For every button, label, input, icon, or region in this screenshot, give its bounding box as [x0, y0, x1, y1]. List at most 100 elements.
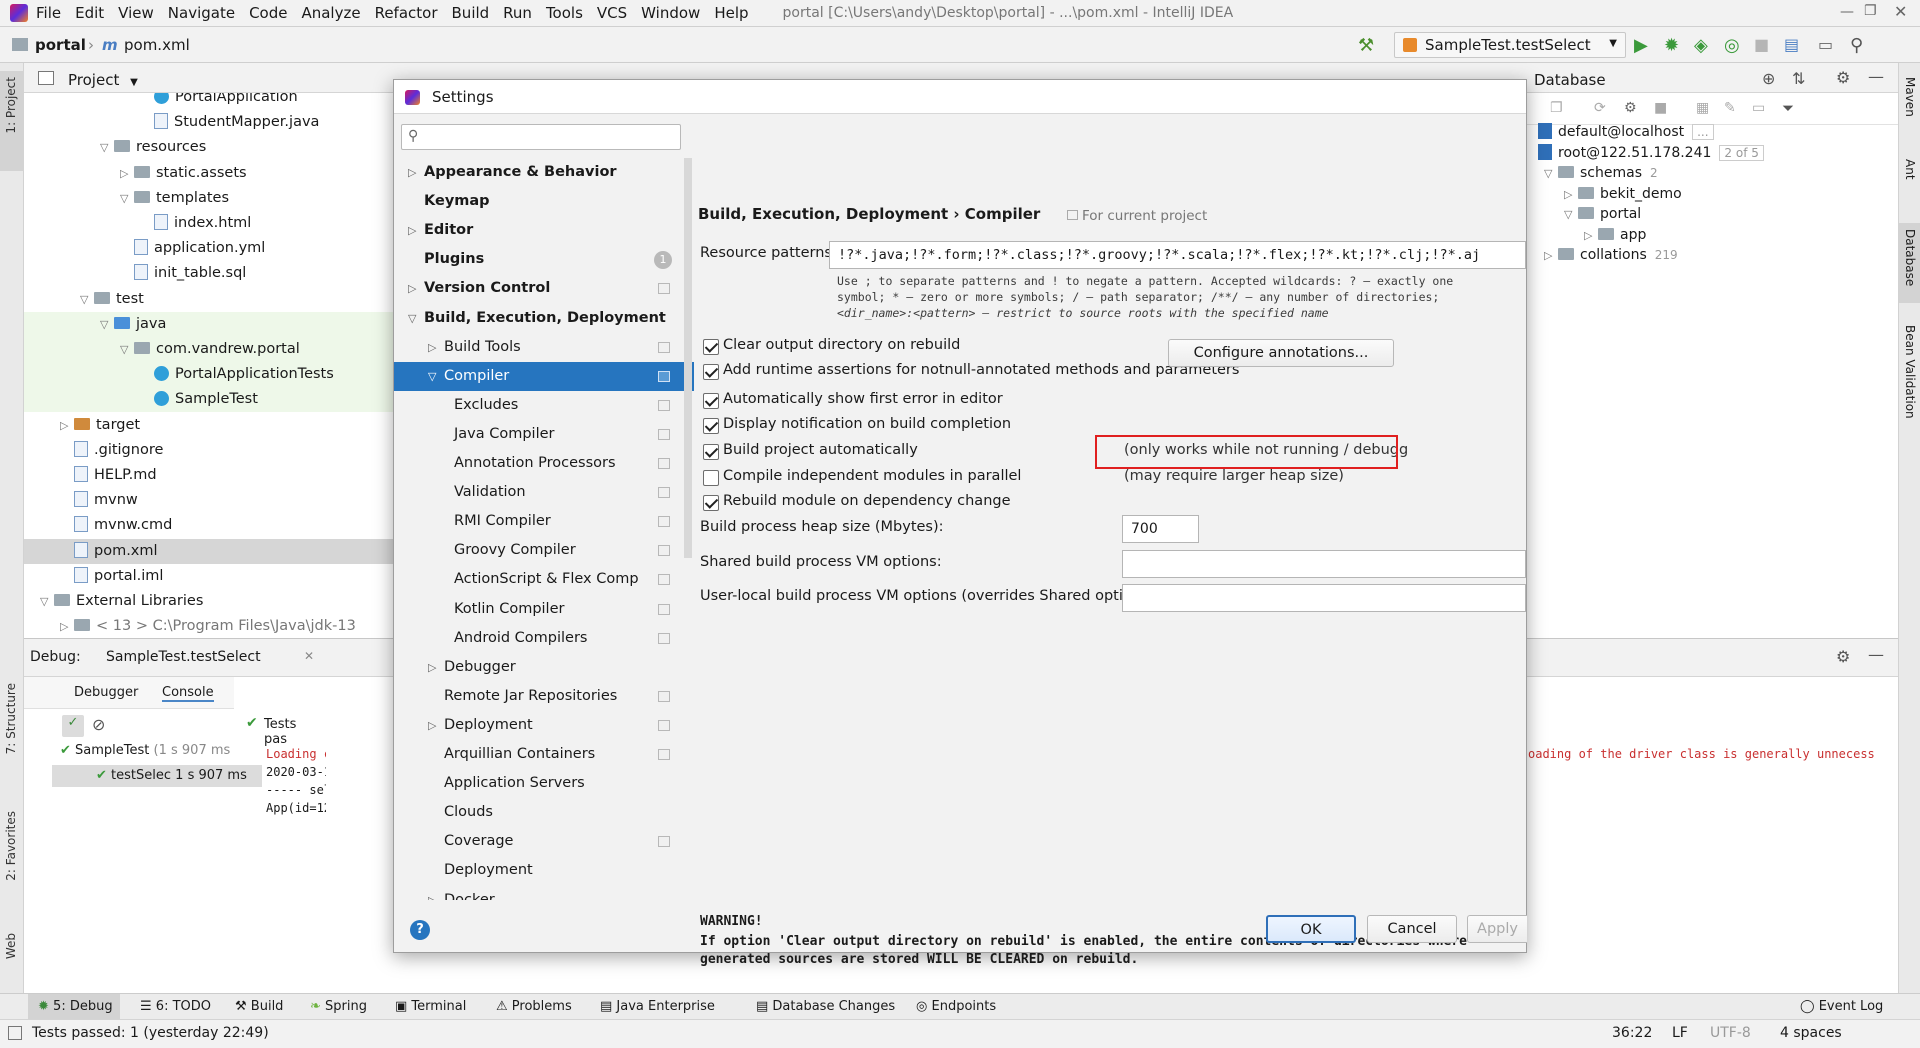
settings-tree-item[interactable]: Plugins 1 [394, 245, 694, 274]
option-checkbox[interactable] [703, 444, 719, 460]
project-tree-item[interactable]: ▽ resources [24, 135, 396, 160]
chevron-right-icon[interactable]: ▷ [1564, 185, 1578, 205]
project-tree-item[interactable]: ▷ target [24, 413, 396, 438]
option-label[interactable]: Add runtime assertions for notnull-annot… [723, 362, 1239, 378]
project-tree-item[interactable]: ▽ test [24, 287, 396, 312]
tab-build[interactable]: ⚒ Build [235, 999, 283, 1014]
project-tree-item[interactable]: .gitignore [24, 438, 396, 463]
settings-tree-item[interactable]: ▷ Appearance & Behavior [394, 158, 694, 187]
tab-terminal[interactable]: ▣ Terminal [395, 999, 466, 1014]
search-everywhere-icon[interactable]: ⚲ [1850, 35, 1868, 56]
settings-tree-item[interactable]: Remote Jar Repositories [394, 682, 694, 711]
menu-build[interactable]: Build [452, 4, 498, 22]
settings-tree-item[interactable]: Keymap [394, 187, 694, 216]
menu-navigate[interactable]: Navigate [168, 4, 243, 22]
run-icon[interactable]: ▶ [1634, 35, 1652, 56]
hide-icon[interactable]: — [1868, 645, 1884, 664]
option-checkbox[interactable] [703, 495, 719, 511]
debug-session-tab[interactable]: SampleTest.testSelect [106, 649, 261, 665]
project-structure-icon[interactable]: ▤ [1784, 35, 1802, 54]
project-tree-item[interactable]: SampleTest [24, 387, 396, 413]
test-tree-item[interactable]: ✔ SampleTest (1 s 907 ms [60, 743, 230, 765]
settings-tree-item[interactable]: Kotlin Compiler [394, 595, 694, 624]
tab-database-changes[interactable]: ▤ Database Changes [756, 999, 895, 1014]
settings-tree-item[interactable]: Validation [394, 478, 694, 507]
settings-tree-item[interactable]: RMI Compiler [394, 507, 694, 536]
settings-tree-item[interactable]: Coverage [394, 827, 694, 856]
chevron-right-icon[interactable]: ▷ [1584, 226, 1598, 246]
tool-window-bean-validation[interactable]: Bean Validation [1903, 325, 1917, 419]
user-local-vm-options-input[interactable] [1122, 584, 1526, 612]
stop-icon[interactable]: ■ [1754, 35, 1772, 54]
database-tree-item[interactable]: default@localhost... [1524, 122, 1714, 142]
option-label[interactable]: Display notification on build completion [723, 416, 1011, 432]
project-tree-item[interactable]: index.html [24, 211, 396, 236]
settings-tree-item[interactable]: Excludes [394, 391, 694, 420]
chevron-right-icon[interactable]: ▷ [428, 653, 436, 682]
breadcrumb-file[interactable]: pom.xml [124, 36, 190, 54]
option-checkbox[interactable] [703, 470, 719, 486]
tab-todo[interactable]: ☰ 6: TODO [140, 999, 211, 1014]
menu-tools[interactable]: Tools [546, 4, 591, 22]
tab-java-enterprise[interactable]: ▤ Java Enterprise [600, 999, 715, 1014]
close-tab-icon[interactable]: ✕ [304, 649, 314, 663]
database-tree-item[interactable]: ▽ portal [1564, 204, 1649, 224]
heap-size-input[interactable]: 700 [1122, 515, 1199, 543]
file-encoding[interactable]: UTF-8 [1710, 1025, 1751, 1041]
shared-vm-options-input[interactable] [1122, 550, 1526, 578]
project-tree-item[interactable]: ▷ static.assets [24, 161, 396, 186]
settings-tree-scrollbar[interactable] [684, 158, 692, 558]
option-label[interactable]: Clear output directory on rebuild [723, 337, 960, 353]
project-tree-item[interactable]: ▽ External Libraries [24, 589, 396, 614]
run-with-coverage-icon[interactable]: ◈ [1694, 35, 1712, 56]
tab-problems[interactable]: ⚠ Problems [496, 999, 572, 1014]
option-label[interactable]: Compile independent modules in parallel [723, 468, 1021, 484]
database-tree-item[interactable]: ▽ schemas 2 [1544, 163, 1658, 183]
chevron-down-icon[interactable]: ▽ [1544, 164, 1558, 184]
menu-edit[interactable]: Edit [75, 4, 112, 22]
chevron-down-icon[interactable]: ▽ [100, 312, 114, 337]
menu-vcs[interactable]: VCS [597, 4, 635, 22]
tool-window-database[interactable]: Database [1903, 229, 1917, 286]
project-tree-item[interactable]: PortalApplicationTests [24, 362, 396, 388]
test-tree-item[interactable]: ✔ testSelec 1 s 907 ms [52, 765, 262, 787]
menu-run[interactable]: Run [503, 4, 540, 22]
chevron-down-icon[interactable]: ▽ [408, 304, 416, 333]
menu-view[interactable]: View [118, 4, 162, 22]
database-tree-item[interactable]: root@122.51.178.241 2 of 5 [1524, 143, 1764, 163]
tab-endpoints[interactable]: ◎ Endpoints [916, 999, 996, 1014]
menu-window[interactable]: Window [641, 4, 708, 22]
apply-button[interactable]: Apply [1467, 915, 1527, 943]
project-panel-title[interactable]: Project [68, 71, 119, 89]
close-icon[interactable]: ✕ [1894, 2, 1907, 21]
chevron-down-icon[interactable]: ▽ [80, 287, 94, 312]
chevron-right-icon[interactable]: ▷ [428, 711, 436, 740]
database-tree-item[interactable]: ▷ collations 219 [1544, 245, 1678, 265]
project-tree-item[interactable]: mvnw [24, 488, 396, 513]
chevron-down-icon[interactable]: ▽ [1564, 205, 1578, 225]
tool-window-ant[interactable]: Ant [1903, 159, 1917, 180]
menu-refactor[interactable]: Refactor [375, 4, 446, 22]
project-tree-item[interactable]: PortalApplication [24, 93, 396, 110]
hammer-build-icon[interactable]: ⚒ [1358, 35, 1376, 56]
tool-window-web[interactable]: Web [4, 933, 18, 959]
settings-tree-item[interactable]: Clouds [394, 798, 694, 827]
breadcrumb-project[interactable]: portal [35, 36, 86, 54]
project-tree-item[interactable]: portal.iml [24, 564, 396, 589]
chevron-right-icon[interactable]: ▷ [120, 161, 134, 186]
chevron-down-icon[interactable]: ▽ [120, 186, 134, 211]
project-tree-item[interactable]: ▽ com.vandrew.portal [24, 337, 396, 362]
option-checkbox[interactable] [703, 339, 719, 355]
project-tree-item[interactable]: init_table.sql [24, 261, 396, 286]
minimize-icon[interactable]: — [1840, 4, 1854, 20]
filter-icon[interactable]: ⏷ [1782, 99, 1794, 117]
schema-icon[interactable]: ⚙ [1624, 100, 1637, 116]
settings-tree-item[interactable]: ▷ Version Control [394, 274, 694, 303]
settings-tree-item[interactable]: ▷ Docker [394, 886, 694, 901]
option-checkbox[interactable] [703, 418, 719, 434]
chevron-right-icon[interactable]: ▷ [60, 413, 74, 438]
chevron-right-icon[interactable]: ▷ [408, 216, 416, 245]
gear-icon[interactable]: ⚙ [1836, 68, 1850, 87]
chevron-down-icon[interactable]: ▽ [100, 135, 114, 160]
copy-icon[interactable]: ❐ [1550, 100, 1563, 116]
